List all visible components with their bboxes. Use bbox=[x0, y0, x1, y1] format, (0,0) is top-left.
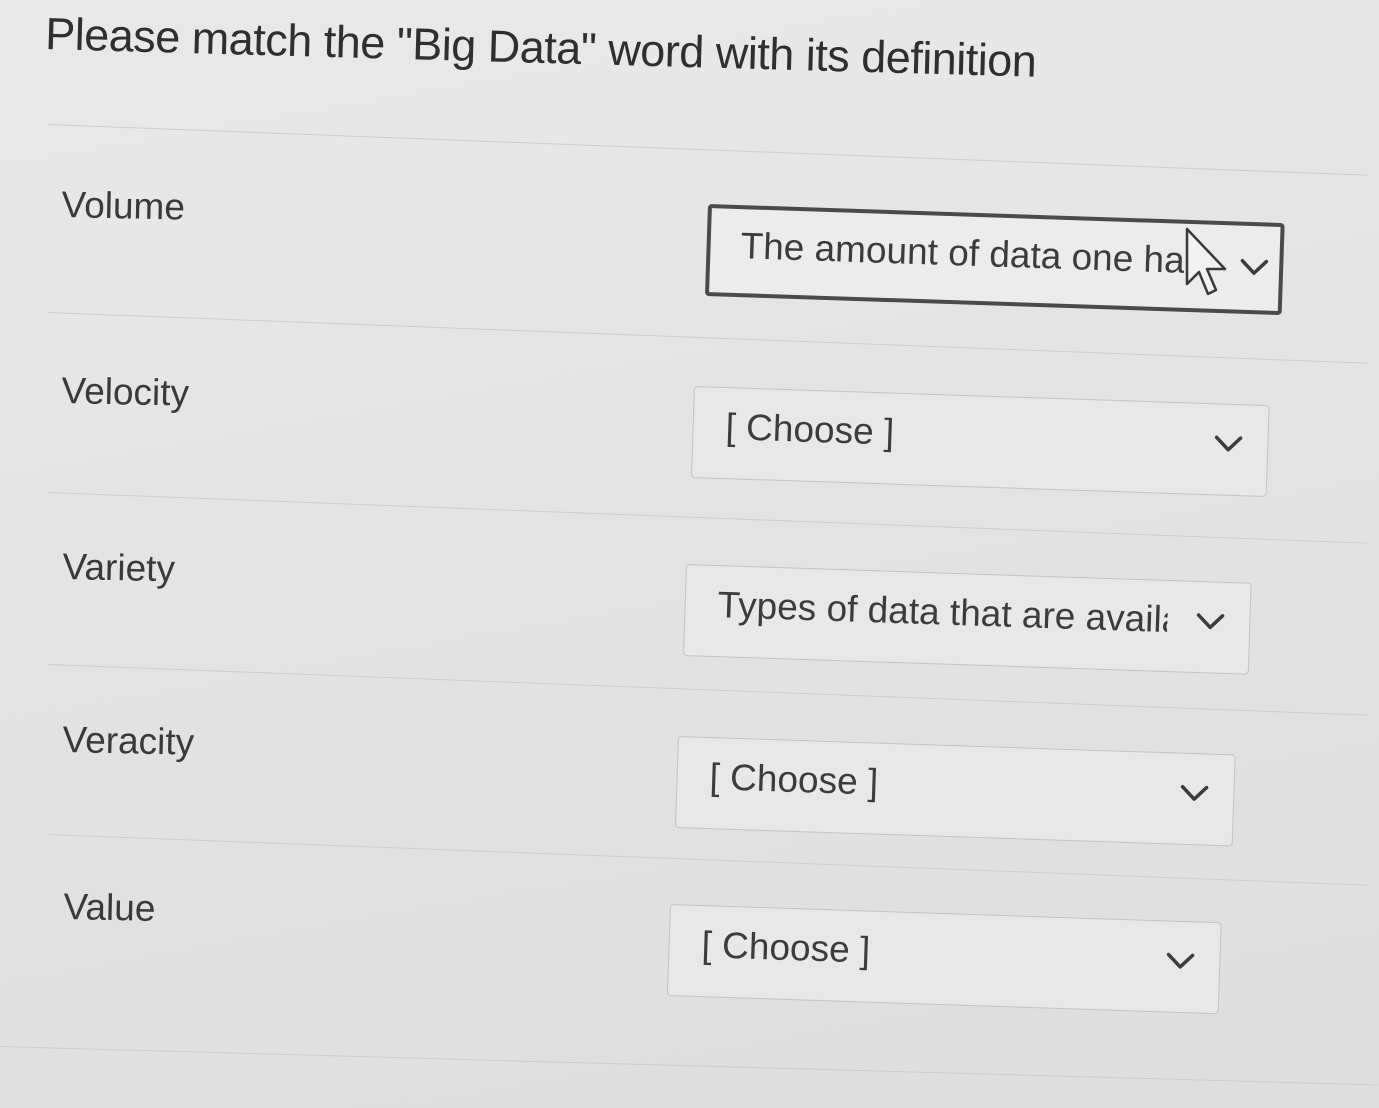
bottom-divider bbox=[0, 1046, 1379, 1086]
volume-selected-value: The amount of data one ha bbox=[739, 225, 1186, 281]
term-variety: Variety bbox=[62, 546, 176, 590]
value-select[interactable]: [ Choose ] bbox=[666, 904, 1222, 1015]
term-volume: Volume bbox=[61, 184, 186, 228]
velocity-selected-value: [ Choose ] bbox=[724, 406, 895, 453]
row-divider bbox=[47, 492, 1368, 544]
chevron-down-icon bbox=[1214, 435, 1243, 452]
variety-select[interactable]: Types of data that are availa bbox=[682, 564, 1252, 675]
mouse-pointer-icon bbox=[1185, 227, 1227, 296]
term-veracity: Veracity bbox=[62, 719, 195, 763]
top-divider bbox=[47, 124, 1368, 176]
value-selected-value: [ Choose ] bbox=[700, 924, 871, 971]
chevron-down-icon bbox=[1196, 613, 1225, 630]
veracity-selected-value: [ Choose ] bbox=[708, 756, 879, 803]
row-divider bbox=[47, 312, 1368, 364]
velocity-select[interactable]: [ Choose ] bbox=[690, 386, 1270, 498]
veracity-select[interactable]: [ Choose ] bbox=[674, 736, 1236, 847]
variety-selected-value: Types of data that are availa bbox=[716, 584, 1169, 641]
chevron-down-icon bbox=[1166, 952, 1195, 969]
term-velocity: Velocity bbox=[61, 370, 190, 414]
question-title: Please match the "Big Data" word with it… bbox=[44, 8, 1038, 87]
chevron-down-icon bbox=[1180, 785, 1209, 801]
chevron-down-icon bbox=[1240, 258, 1269, 275]
term-value: Value bbox=[63, 886, 156, 929]
